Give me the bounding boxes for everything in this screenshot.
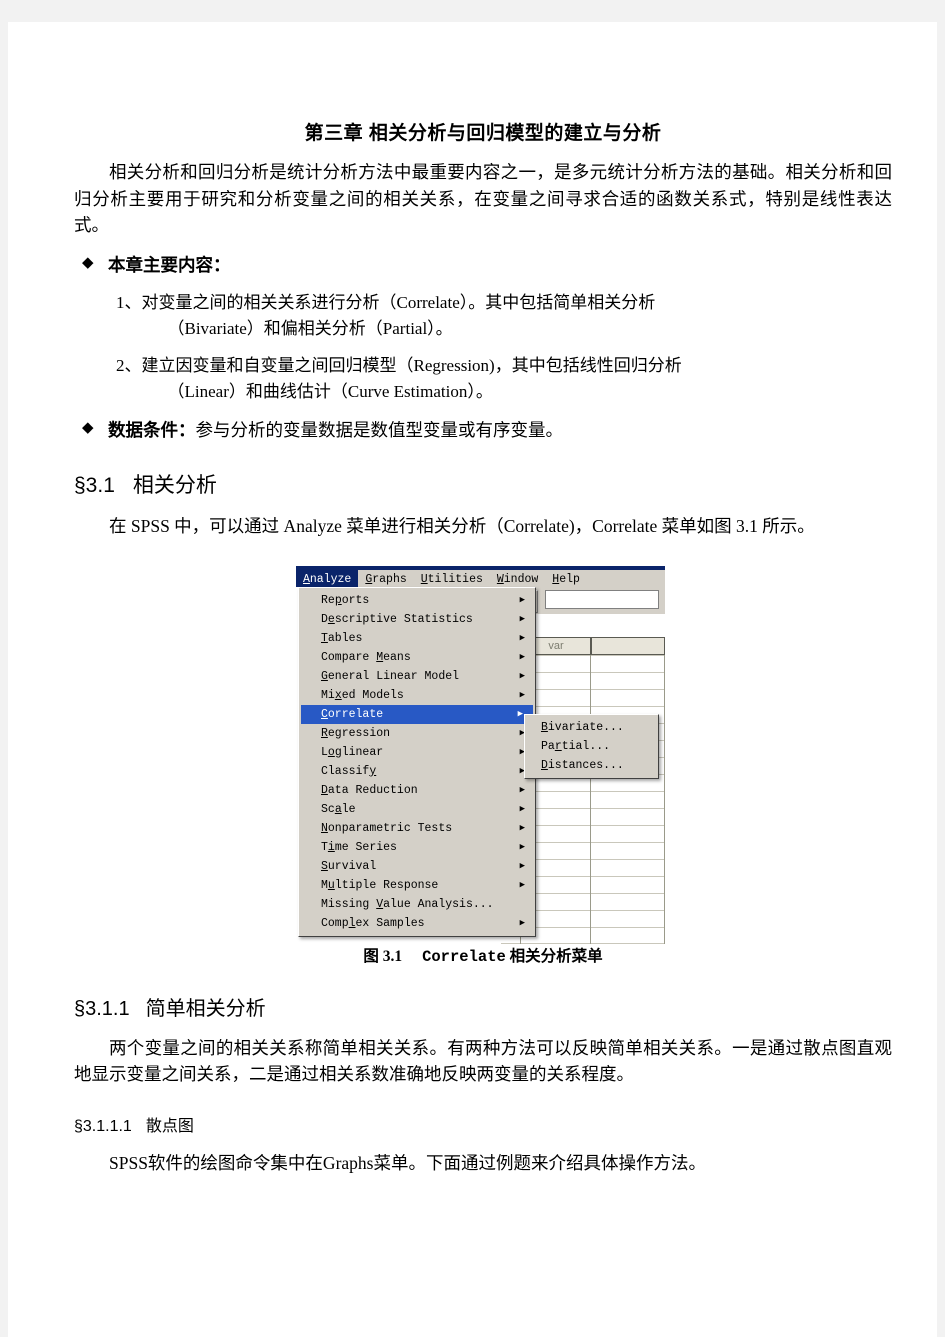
- submenu-arrow-icon: ▶: [517, 708, 523, 719]
- menu-help[interactable]: Help: [545, 570, 587, 587]
- figure-caption-name: Correlate: [422, 947, 506, 966]
- menu-item-loglinear[interactable]: Loglinear ▶: [299, 743, 535, 762]
- section-number: §3.1.1: [74, 997, 130, 1020]
- section-title: 简单相关分析: [145, 997, 266, 1020]
- submenu-item-partial[interactable]: Partial...: [525, 737, 658, 756]
- section-heading-3-1: §3.1 相关分析: [74, 469, 892, 499]
- menu-item-compare-means[interactable]: Compare Means ▶: [299, 648, 535, 667]
- list-item: 1、 对变量之间的相关关系进行分析（Correlate）。其中包括简单相关分析 …: [74, 290, 892, 341]
- menu-item-nonparametric-tests[interactable]: Nonparametric Tests ▶: [299, 819, 535, 838]
- bullet-data-condition-label: 数据条件：参与分析的变量数据是数值型变量或有序变量。: [108, 417, 563, 443]
- diamond-bullet-icon: ◆: [82, 254, 94, 271]
- list-item-line2: （Linear）和曲线估计（Curve Estimation）。: [167, 381, 493, 401]
- list-item-text: 对变量之间的相关关系进行分析（Correlate）。其中包括简单相关分析 （Bi…: [142, 290, 656, 341]
- menu-analyze[interactable]: Analyze: [296, 569, 359, 587]
- figure-3-1: ◑ var: [74, 565, 892, 966]
- submenu-arrow-icon: ▶: [519, 803, 525, 814]
- submenu-arrow-icon: ▶: [519, 670, 525, 681]
- menu-item-mixed-models[interactable]: Mixed Models ▶: [299, 686, 535, 705]
- menu-item-complex-samples[interactable]: Complex Samples ▶: [299, 914, 535, 933]
- section-heading-3-1-1: §3.1.1 简单相关分析: [74, 992, 892, 1021]
- submenu-arrow-icon: ▶: [519, 613, 525, 624]
- submenu-arrow-icon: ▶: [519, 917, 525, 928]
- submenu-arrow-icon: ▶: [519, 594, 525, 605]
- figure-caption: 图 3.1 Correlate 相关分析菜单: [74, 944, 892, 966]
- section-3-1-1-paragraph: 两个变量之间的相关关系称简单相关关系。有两种方法可以反映简单相关关系。一是通过散…: [74, 1037, 892, 1085]
- section-title: 相关分析: [132, 474, 217, 498]
- page-title: 第三章 相关分析与回归模型的建立与分析: [304, 123, 662, 144]
- list-item-number: 1、: [116, 293, 142, 313]
- submenu-item-bivariate[interactable]: Bivariate...: [525, 718, 658, 737]
- correlate-submenu[interactable]: Bivariate... Partial... Distances...: [524, 713, 659, 779]
- menu-item-correlate[interactable]: Correlate ▶: [301, 704, 533, 724]
- list-item-text: 建立因变量和自变量之间回归模型（Regression)，其中包括线性回归分析 （…: [142, 353, 682, 404]
- analyze-dropdown-menu[interactable]: Reports ▶ Descriptive Statistics ▶ Tables ▶…: [298, 586, 536, 937]
- spss-menu-bar[interactable]: Analyze Graphs Utilities Window Help: [296, 569, 665, 587]
- column-header-var-2[interactable]: [591, 636, 665, 655]
- list-item: 2、 建立因变量和自变量之间回归模型（Regression)，其中包括线性回归分…: [74, 353, 892, 404]
- section-heading-3-1-1-1: §3.1.1.1 散点图: [74, 1112, 892, 1136]
- list-item-number: 2、: [116, 356, 142, 376]
- data-condition-label: 数据条件：: [108, 420, 196, 441]
- section-3-1-1-1-paragraph: SPSS软件的绘图命令集中在Graphs菜单。下面通过例题来介绍具体操作方法。: [109, 1153, 706, 1174]
- list-item-line2: （Bivariate）和偏相关分析（Partial）。: [167, 318, 453, 338]
- menu-item-descriptive-statistics[interactable]: Descriptive Statistics ▶: [299, 610, 535, 629]
- intro-paragraph: 相关分析和回归分析是统计分析方法中最重要内容之一，是多元统计分析方法的基础。相关…: [74, 162, 892, 236]
- submenu-arrow-icon: ▶: [519, 784, 525, 795]
- bullet-main-content: ◆ 本章主要内容：: [74, 252, 892, 278]
- list-item-line1: 建立因变量和自变量之间回归模型（Regression)，其中包括线性回归分析: [141, 356, 682, 376]
- document-content: 第三章 相关分析与回归模型的建立与分析 相关分析和回归分析是统计分析方法中最重要…: [74, 82, 892, 1177]
- figure-caption-tail: 相关分析菜单: [509, 947, 603, 965]
- section-title: 散点图: [145, 1118, 194, 1136]
- menu-item-regression[interactable]: Regression ▶: [299, 724, 535, 743]
- menu-item-survival[interactable]: Survival ▶: [299, 857, 535, 876]
- menu-graphs[interactable]: Graphs: [358, 570, 413, 587]
- menu-utilities[interactable]: Utilities: [414, 570, 490, 587]
- diamond-bullet-icon: ◆: [82, 420, 94, 437]
- spss-data-editor-window: ◑ var: [296, 565, 665, 944]
- list-item-line1: 对变量之间的相关关系进行分析（Correlate）。其中包括简单相关分析: [141, 293, 656, 313]
- submenu-arrow-icon: ▶: [519, 689, 525, 700]
- menu-item-time-series[interactable]: Time Series ▶: [299, 838, 535, 857]
- section-3-1-paragraph: 在 SPSS 中，可以通过 Analyze 菜单进行相关分析（Correlate…: [109, 516, 815, 537]
- submenu-arrow-icon: ▶: [519, 860, 525, 871]
- submenu-arrow-icon: ▶: [519, 879, 525, 890]
- menu-item-data-reduction[interactable]: Data Reduction ▶: [299, 781, 535, 800]
- cell-value-field[interactable]: [545, 589, 659, 609]
- menu-item-scale[interactable]: Scale ▶: [299, 800, 535, 819]
- menu-item-multiple-response[interactable]: Multiple Response ▶: [299, 876, 535, 895]
- menu-item-general-linear-model[interactable]: General Linear Model ▶: [299, 667, 535, 686]
- submenu-arrow-icon: ▶: [519, 632, 525, 643]
- menu-item-classify[interactable]: Classify ▶: [299, 762, 535, 781]
- menu-item-missing-value-analysis[interactable]: Missing Value Analysis...: [299, 895, 535, 914]
- menu-window[interactable]: Window: [490, 570, 545, 587]
- document-page: 第三章 相关分析与回归模型的建立与分析 相关分析和回归分析是统计分析方法中最重要…: [8, 22, 937, 1337]
- data-condition-text: 参与分析的变量数据是数值型变量或有序变量。: [195, 420, 564, 441]
- menu-item-reports[interactable]: Reports ▶: [299, 591, 535, 610]
- section-number: §3.1: [74, 474, 115, 498]
- submenu-item-distances[interactable]: Distances...: [525, 756, 658, 775]
- section-number: §3.1.1.1: [74, 1118, 132, 1136]
- menu-item-tables[interactable]: Tables ▶: [299, 629, 535, 648]
- bullet-main-content-label: 本章主要内容：: [108, 254, 231, 275]
- bullet-data-condition: ◆ 数据条件：参与分析的变量数据是数值型变量或有序变量。: [74, 417, 892, 443]
- submenu-arrow-icon: ▶: [519, 651, 525, 662]
- submenu-arrow-icon: ▶: [519, 822, 525, 833]
- submenu-arrow-icon: ▶: [519, 841, 525, 852]
- figure-caption-label: 图 3.1: [363, 947, 403, 965]
